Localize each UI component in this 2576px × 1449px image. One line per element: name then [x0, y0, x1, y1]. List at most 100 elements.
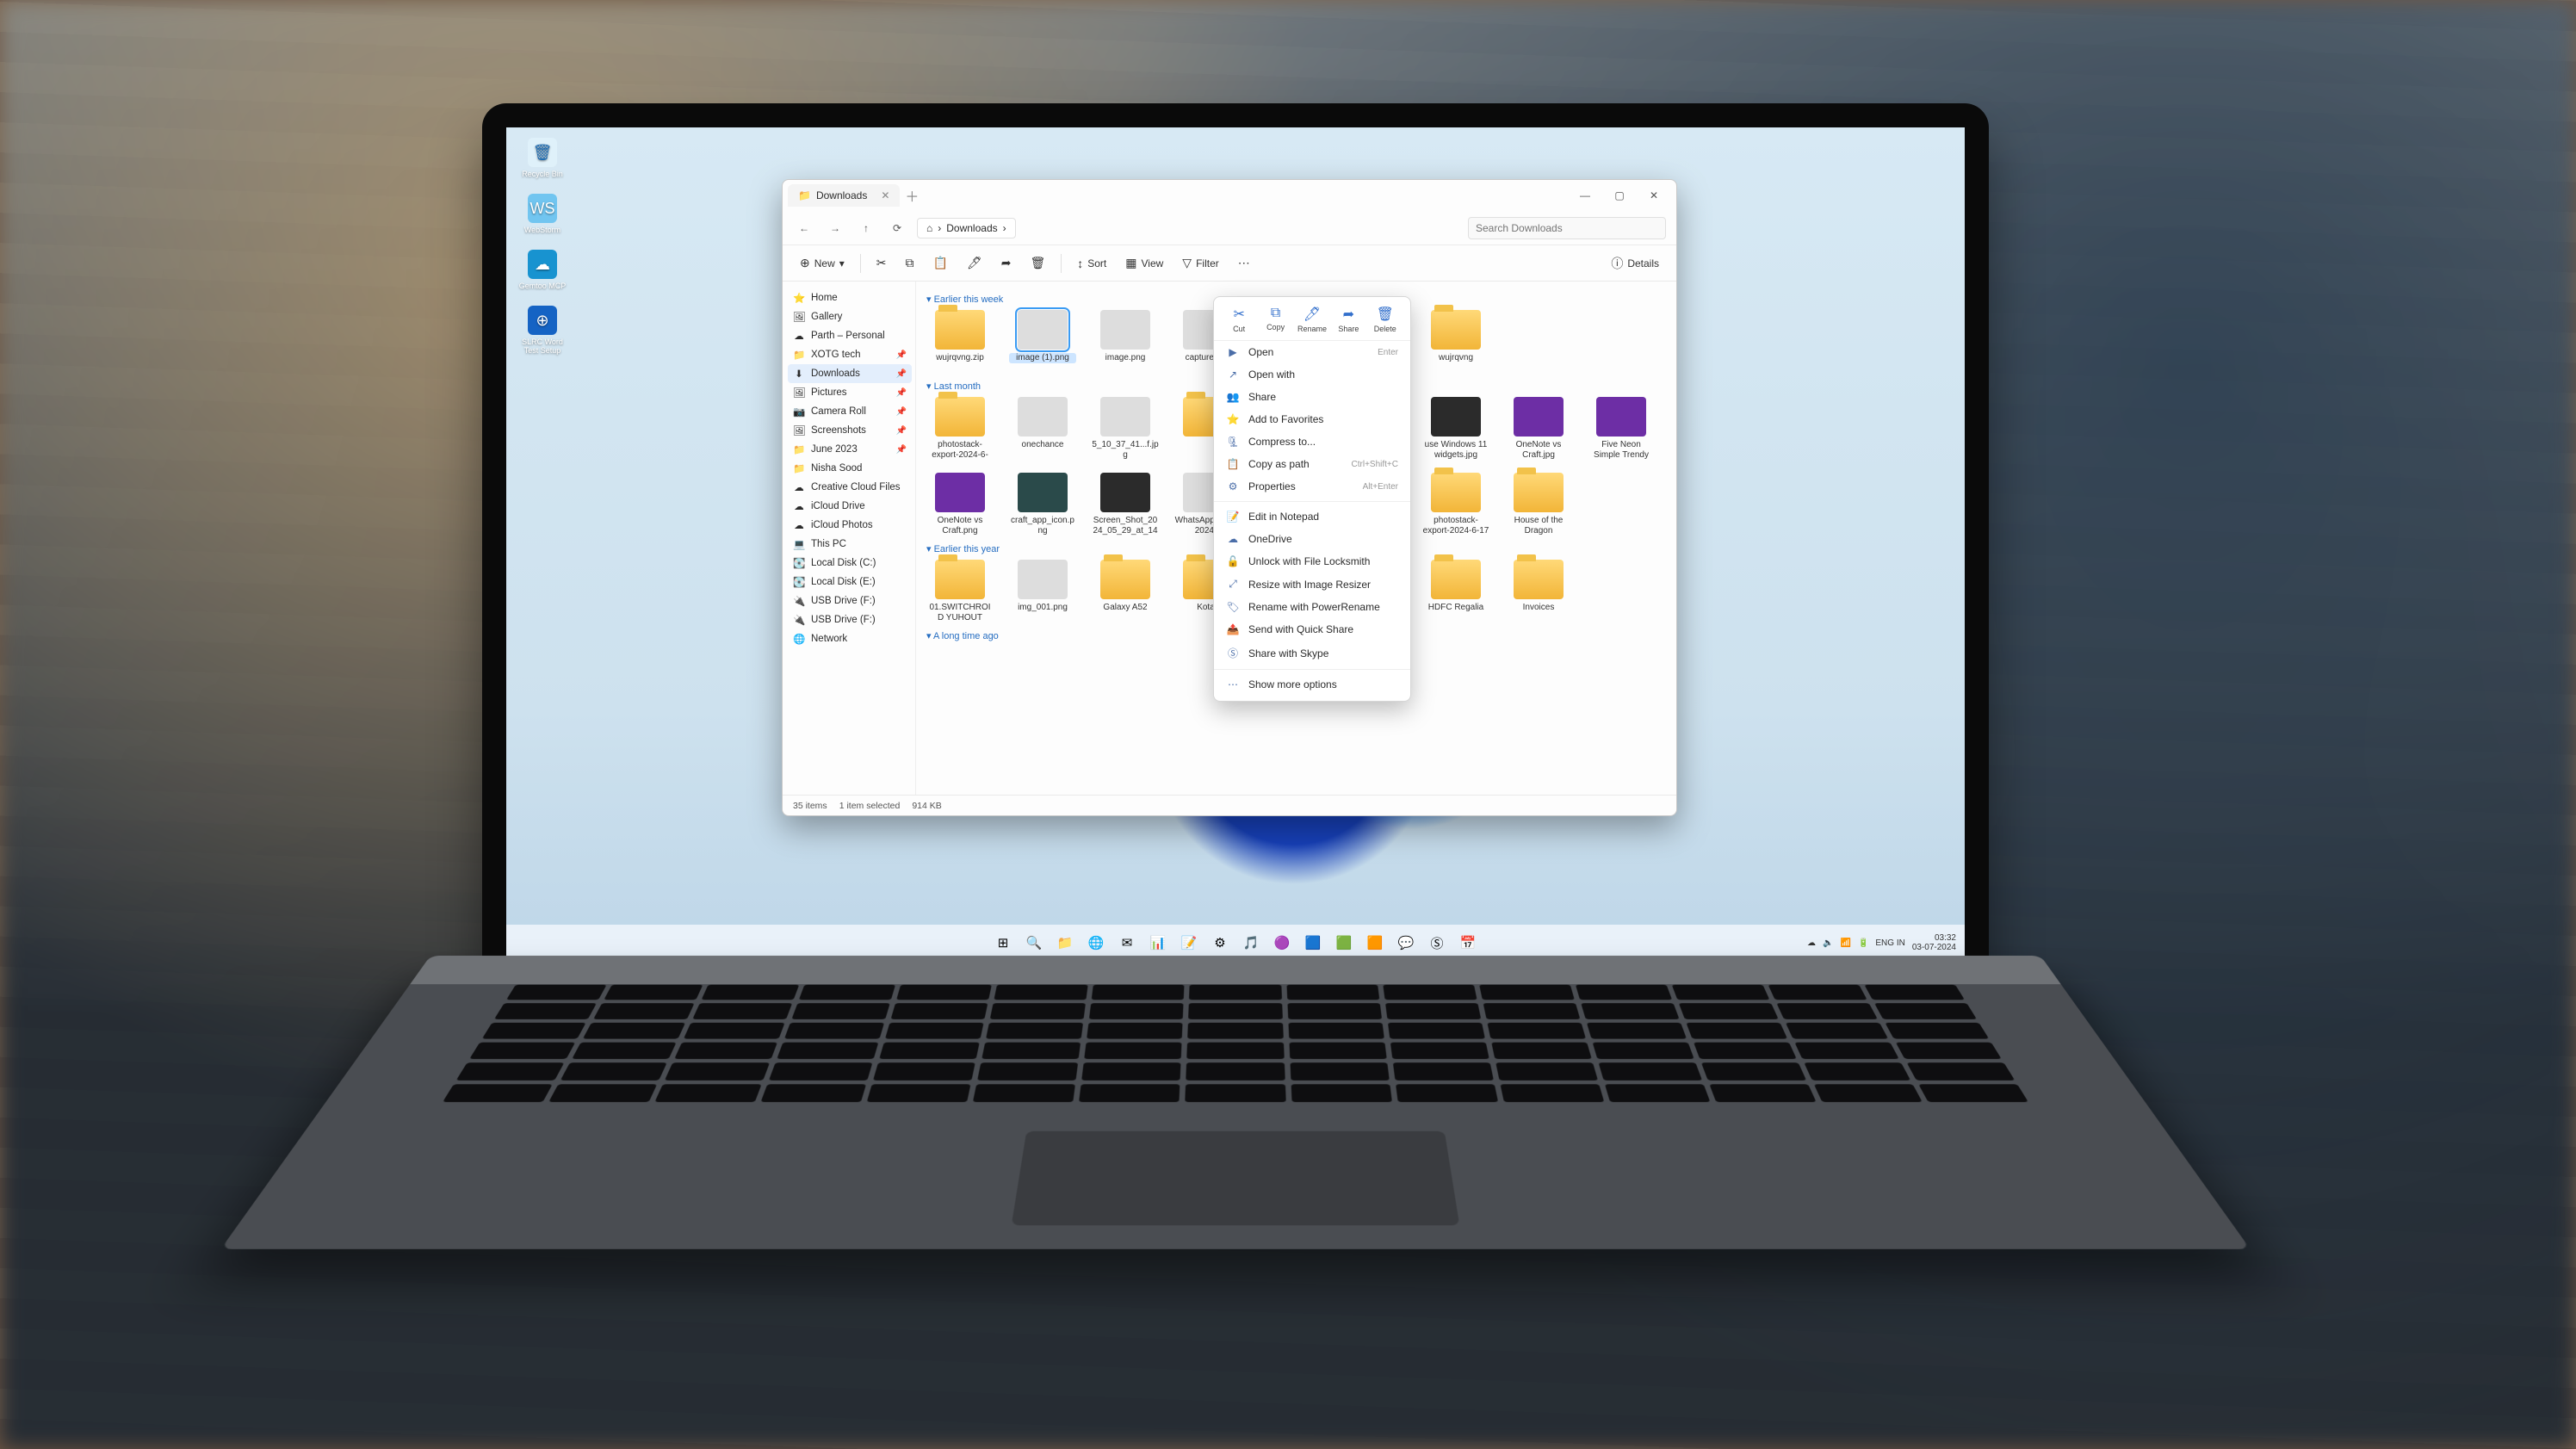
ctx-item[interactable]: 📤 Send with Quick Share [1214, 618, 1410, 641]
delete-button[interactable]: 🗑 [1023, 252, 1052, 274]
clock[interactable]: 03:3203-07-2024 [1912, 933, 1956, 952]
file-item[interactable]: HDFC Regalia [1422, 560, 1489, 623]
file-item[interactable]: wujrqvng.zip [926, 310, 994, 374]
taskbar-app[interactable]: ⚙ [1208, 931, 1232, 955]
search-input[interactable] [1468, 217, 1666, 239]
ctx-copy-button[interactable]: ⧉ Copy [1260, 306, 1291, 333]
file-item[interactable]: wujrqvng [1422, 310, 1489, 374]
ctx-rename-button[interactable]: 🖊 Rename [1297, 306, 1328, 333]
paste-button[interactable]: 📋 [926, 252, 955, 274]
sidebar-item[interactable]: ⬇ Downloads 📌 [788, 364, 912, 383]
sidebar-item[interactable]: 🔌 USB Drive (F:) [788, 591, 912, 610]
file-item[interactable]: photostack-export-2024-6-17 [1422, 473, 1489, 536]
sidebar-item[interactable]: 💻 This PC [788, 535, 912, 554]
tray-icon[interactable]: 📶 [1840, 938, 1850, 948]
sidebar-item[interactable]: ⭐ Home [788, 288, 912, 307]
breadcrumb[interactable]: ⌂ › Downloads › [917, 218, 1016, 238]
tray-icon[interactable]: 🔈 [1823, 938, 1833, 948]
ctx-item[interactable]: ⚙ Properties Alt+Enter [1214, 475, 1410, 498]
close-tab-icon[interactable]: ✕ [881, 189, 889, 201]
taskbar-app[interactable]: 🌐 [1084, 931, 1108, 955]
taskbar-app[interactable]: 🎵 [1239, 931, 1263, 955]
more-button[interactable]: ⋯ [1231, 252, 1257, 274]
taskbar-app[interactable]: 🟧 [1363, 931, 1387, 955]
sort-button[interactable]: ↕Sort [1070, 253, 1113, 274]
close-button[interactable]: ✕ [1637, 183, 1671, 208]
ctx-item[interactable]: ⤢ Resize with Image Resizer [1214, 573, 1410, 596]
copy-button[interactable]: ⧉ [899, 252, 921, 274]
refresh-button[interactable]: ⟳ [886, 217, 908, 239]
file-item[interactable]: 01.SWITCHROID YUHOUT [926, 560, 994, 623]
details-button[interactable]: ⓘDetails [1604, 251, 1666, 276]
ctx-item[interactable]: 📋 Copy as path Ctrl+Shift+C [1214, 453, 1410, 475]
ctx-item[interactable]: ⭐ Add to Favorites [1214, 408, 1410, 430]
taskbar-app[interactable]: ⊞ [991, 931, 1015, 955]
taskbar-app[interactable]: 🟣 [1270, 931, 1294, 955]
file-item[interactable]: OneNote vs Craft.jpg [1505, 397, 1572, 461]
back-button[interactable]: ← [793, 217, 815, 239]
taskbar-app[interactable]: 📝 [1177, 931, 1201, 955]
tab-downloads[interactable]: 📁 Downloads ✕ [788, 184, 900, 207]
sidebar[interactable]: ⭐ Home 🖼 Gallery ☁ Parth – Personal 📁 XO… [783, 282, 916, 795]
taskbar-app[interactable]: Ⓢ [1425, 931, 1449, 955]
forward-button[interactable]: → [824, 217, 846, 239]
file-item[interactable]: image.png [1092, 310, 1159, 374]
sidebar-item[interactable]: 💽 Local Disk (E:) [788, 573, 912, 591]
ctx-item[interactable]: 🏷 Rename with PowerRename [1214, 596, 1410, 618]
desktop-icon[interactable]: ⊕ SLRC Word Test Setup [518, 306, 567, 355]
taskbar-app[interactable]: 🔍 [1022, 931, 1046, 955]
desktop-icon[interactable]: WS WebStorm [518, 194, 567, 234]
desktop-icon[interactable]: ☁ Gemtoo MCP [518, 250, 567, 290]
sidebar-item[interactable]: 📁 XOTG tech 📌 [788, 345, 912, 364]
desktop-icon[interactable]: 🗑 Recycle Bin [518, 138, 567, 178]
sidebar-item[interactable]: 🖼 Gallery [788, 307, 912, 326]
ctx-share-button[interactable]: ➦ Share [1333, 306, 1364, 333]
sidebar-item[interactable]: ☁ iCloud Photos [788, 516, 912, 535]
file-item[interactable]: image (1).png [1009, 310, 1076, 374]
context-menu[interactable]: ✂ Cut ⧉ Copy 🖊 Rename ➦ Share 🗑 Delete ▶… [1213, 296, 1411, 702]
sidebar-item[interactable]: 🖼 Screenshots 📌 [788, 421, 912, 440]
sidebar-item[interactable]: 💽 Local Disk (C:) [788, 554, 912, 573]
tray-icon[interactable]: 🔋 [1858, 938, 1868, 948]
ctx-cut-button[interactable]: ✂ Cut [1223, 306, 1254, 333]
sidebar-item[interactable]: ☁ iCloud Drive [788, 497, 912, 516]
ctx-item[interactable]: ☁ OneDrive [1214, 528, 1410, 550]
minimize-button[interactable]: — [1568, 183, 1602, 208]
taskbar-app[interactable]: 📅 [1456, 931, 1480, 955]
tray-icon[interactable]: ☁ [1807, 938, 1816, 948]
ctx-item[interactable]: ↗ Open with [1214, 363, 1410, 386]
up-button[interactable]: ↑ [855, 217, 877, 239]
file-item[interactable]: craft_app_icon.png [1009, 473, 1076, 536]
sidebar-item[interactable]: 🔌 USB Drive (F:) [788, 610, 912, 629]
file-item[interactable]: Screen_Shot_2024_05_29_at_14_44.jpg [1092, 473, 1159, 536]
taskbar-app[interactable]: 🟩 [1332, 931, 1356, 955]
ctx-item[interactable]: 🔓 Unlock with File Locksmith [1214, 550, 1410, 573]
file-item[interactable]: Invoices [1505, 560, 1572, 623]
new-tab-button[interactable]: ＋ [905, 185, 919, 206]
file-item[interactable]: use Windows 11 widgets.jpg [1422, 397, 1489, 461]
file-item[interactable]: onechance [1009, 397, 1076, 461]
ctx-item[interactable]: 📝 Edit in Notepad [1214, 505, 1410, 528]
ctx-item[interactable]: 🗜 Compress to... [1214, 430, 1410, 453]
file-item[interactable]: 5_10_37_41...f.jpg [1092, 397, 1159, 461]
sidebar-item[interactable]: 📁 Nisha Sood [788, 459, 912, 478]
file-explorer-window[interactable]: 📁 Downloads ✕ ＋ — ▢ ✕ ← → ↑ ⟳ [782, 179, 1677, 816]
file-item[interactable]: img_001.png [1009, 560, 1076, 623]
ctx-item[interactable]: 👥 Share [1214, 386, 1410, 408]
maximize-button[interactable]: ▢ [1602, 183, 1637, 208]
taskbar-app[interactable]: 🟦 [1301, 931, 1325, 955]
file-item[interactable]: Five Neon Simple Trendy Versus Gaming Yo… [1588, 397, 1655, 461]
taskbar-app[interactable]: 💬 [1394, 931, 1418, 955]
ctx-item[interactable]: Ⓢ Share with Skype [1214, 641, 1410, 666]
sidebar-item[interactable]: 📁 June 2023 📌 [788, 440, 912, 459]
titlebar[interactable]: 📁 Downloads ✕ ＋ — ▢ ✕ [783, 180, 1676, 211]
file-item[interactable]: Galaxy A52 [1092, 560, 1159, 623]
rename-button[interactable]: 🖊 [960, 252, 989, 274]
ctx-item[interactable]: ⋯ Show more options [1214, 673, 1410, 696]
sidebar-item[interactable]: 📷 Camera Roll 📌 [788, 402, 912, 421]
file-item[interactable]: OneNote vs Craft.png [926, 473, 994, 536]
sidebar-item[interactable]: 🖼 Pictures 📌 [788, 383, 912, 402]
sidebar-item[interactable]: 🌐 Network [788, 629, 912, 648]
sidebar-item[interactable]: ☁ Creative Cloud Files [788, 478, 912, 497]
new-button[interactable]: ⊕New▾ [793, 252, 851, 274]
